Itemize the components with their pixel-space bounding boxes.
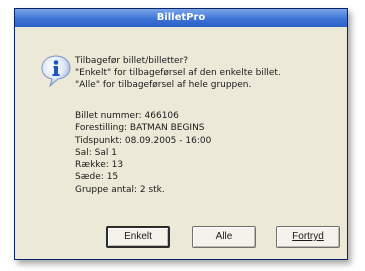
ticket-seat: Sæde: 15 <box>75 172 119 183</box>
enkelt-button[interactable]: Enkelt <box>106 226 170 248</box>
dialog-titlebar[interactable]: BilletPro <box>15 9 347 27</box>
question-line: Tilbagefør billet/billetter? <box>75 56 189 66</box>
ticket-time: Tidspunkt: 08.09.2005 - 16:00 <box>75 135 212 146</box>
screenshot-stage: BilletPro Tilbagefør billet/billetter? "… <box>0 0 365 271</box>
ticket-number: Billet nummer: 466106 <box>75 111 179 121</box>
question-line: "Alle" for tilbageførsel af hele gruppen… <box>75 80 252 90</box>
ticket-row: Række: 13 <box>75 160 124 171</box>
question-line: "Enkelt" for tilbageførsel af den enkelt… <box>75 68 281 78</box>
fortryd-button[interactable]: Fortryd <box>276 226 340 248</box>
ticket-show: Forestilling: BATMAN BEGINS <box>75 123 205 134</box>
confirm-dialog: BilletPro Tilbagefør billet/billetter? "… <box>14 8 348 260</box>
alle-button[interactable]: Alle <box>192 226 256 248</box>
fortryd-button-label: Fortryd <box>292 231 324 242</box>
question-text: Tilbagefør billet/billetter? "Enkelt" fo… <box>75 55 345 91</box>
ticket-group-count: Gruppe antal: 2 stk. <box>75 184 165 195</box>
enkelt-button-label: Enkelt <box>124 231 152 242</box>
alle-button-label: Alle <box>215 231 233 242</box>
ticket-hall: Sal: Sal 1 <box>75 147 117 158</box>
info-icon <box>41 55 71 87</box>
ticket-details: Billet nummer: 466106 Forestilling: BATM… <box>75 110 335 196</box>
dialog-title: BilletPro <box>156 12 206 23</box>
